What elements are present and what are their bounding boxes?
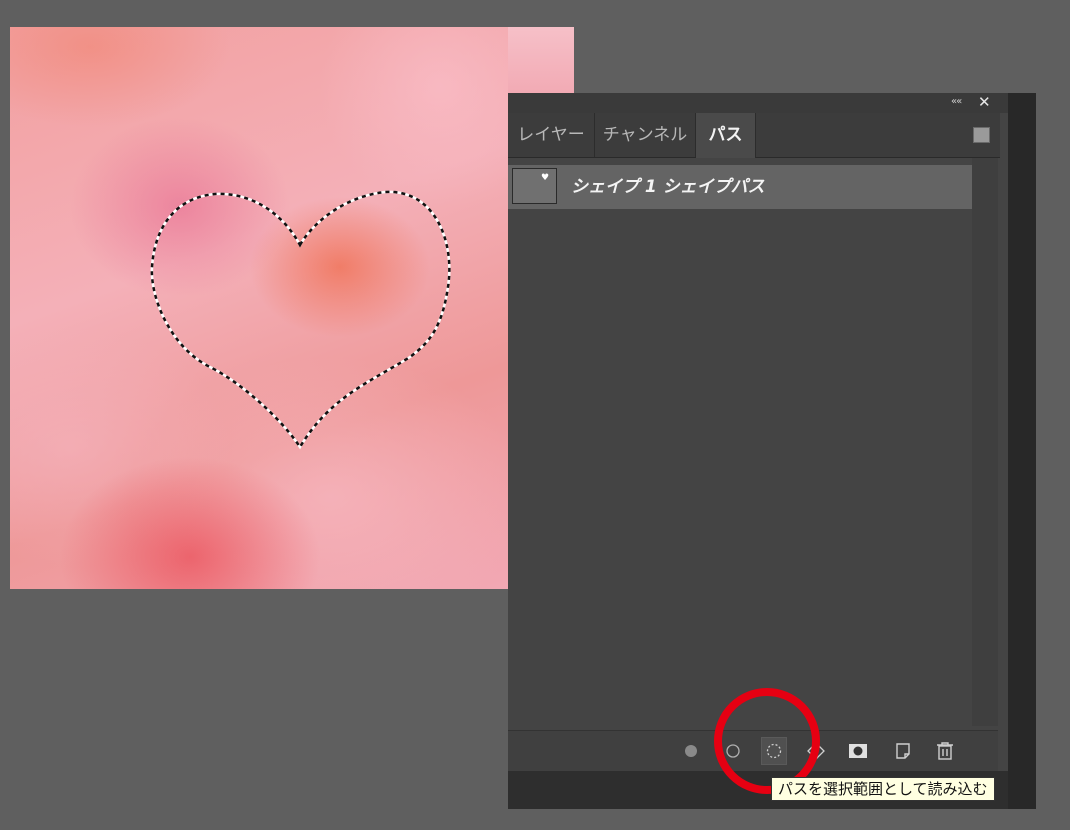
heart-selection-path: [150, 190, 451, 450]
canvas-document[interactable]: [10, 27, 508, 589]
panel-header: «« ✕: [508, 93, 1008, 113]
fill-path-icon: [685, 745, 697, 757]
panel-tab-bar: レイヤー チャンネル パス: [508, 113, 1000, 158]
tab-layers[interactable]: レイヤー: [508, 113, 595, 157]
new-path-button[interactable]: [890, 737, 916, 765]
path-row[interactable]: ♥ シェイプ 1 シェイプパス: [508, 165, 972, 209]
canvas-document-edge: [508, 27, 574, 94]
close-icon[interactable]: ✕: [978, 93, 991, 111]
panel-menu-icon[interactable]: [973, 127, 990, 143]
trash-icon: [937, 742, 953, 760]
list-scrollbar[interactable]: [972, 158, 998, 726]
add-mask-button[interactable]: [845, 737, 871, 765]
paths-list: ♥ シェイプ 1 シェイプパス: [508, 158, 998, 726]
tooltip: パスを選択範囲として読み込む: [771, 777, 995, 801]
delete-path-button[interactable]: [932, 737, 958, 765]
fill-path-button[interactable]: [678, 737, 704, 765]
add-mask-icon: [849, 744, 867, 758]
new-path-icon: [896, 743, 910, 759]
heart-icon: ♥: [541, 173, 550, 183]
tab-channels[interactable]: チャンネル: [595, 113, 696, 157]
path-name: シェイプ 1 シェイプパス: [571, 177, 765, 197]
collapse-icon[interactable]: ««: [951, 96, 962, 107]
tab-paths[interactable]: パス: [696, 113, 756, 158]
path-thumbnail: ♥: [512, 168, 557, 204]
